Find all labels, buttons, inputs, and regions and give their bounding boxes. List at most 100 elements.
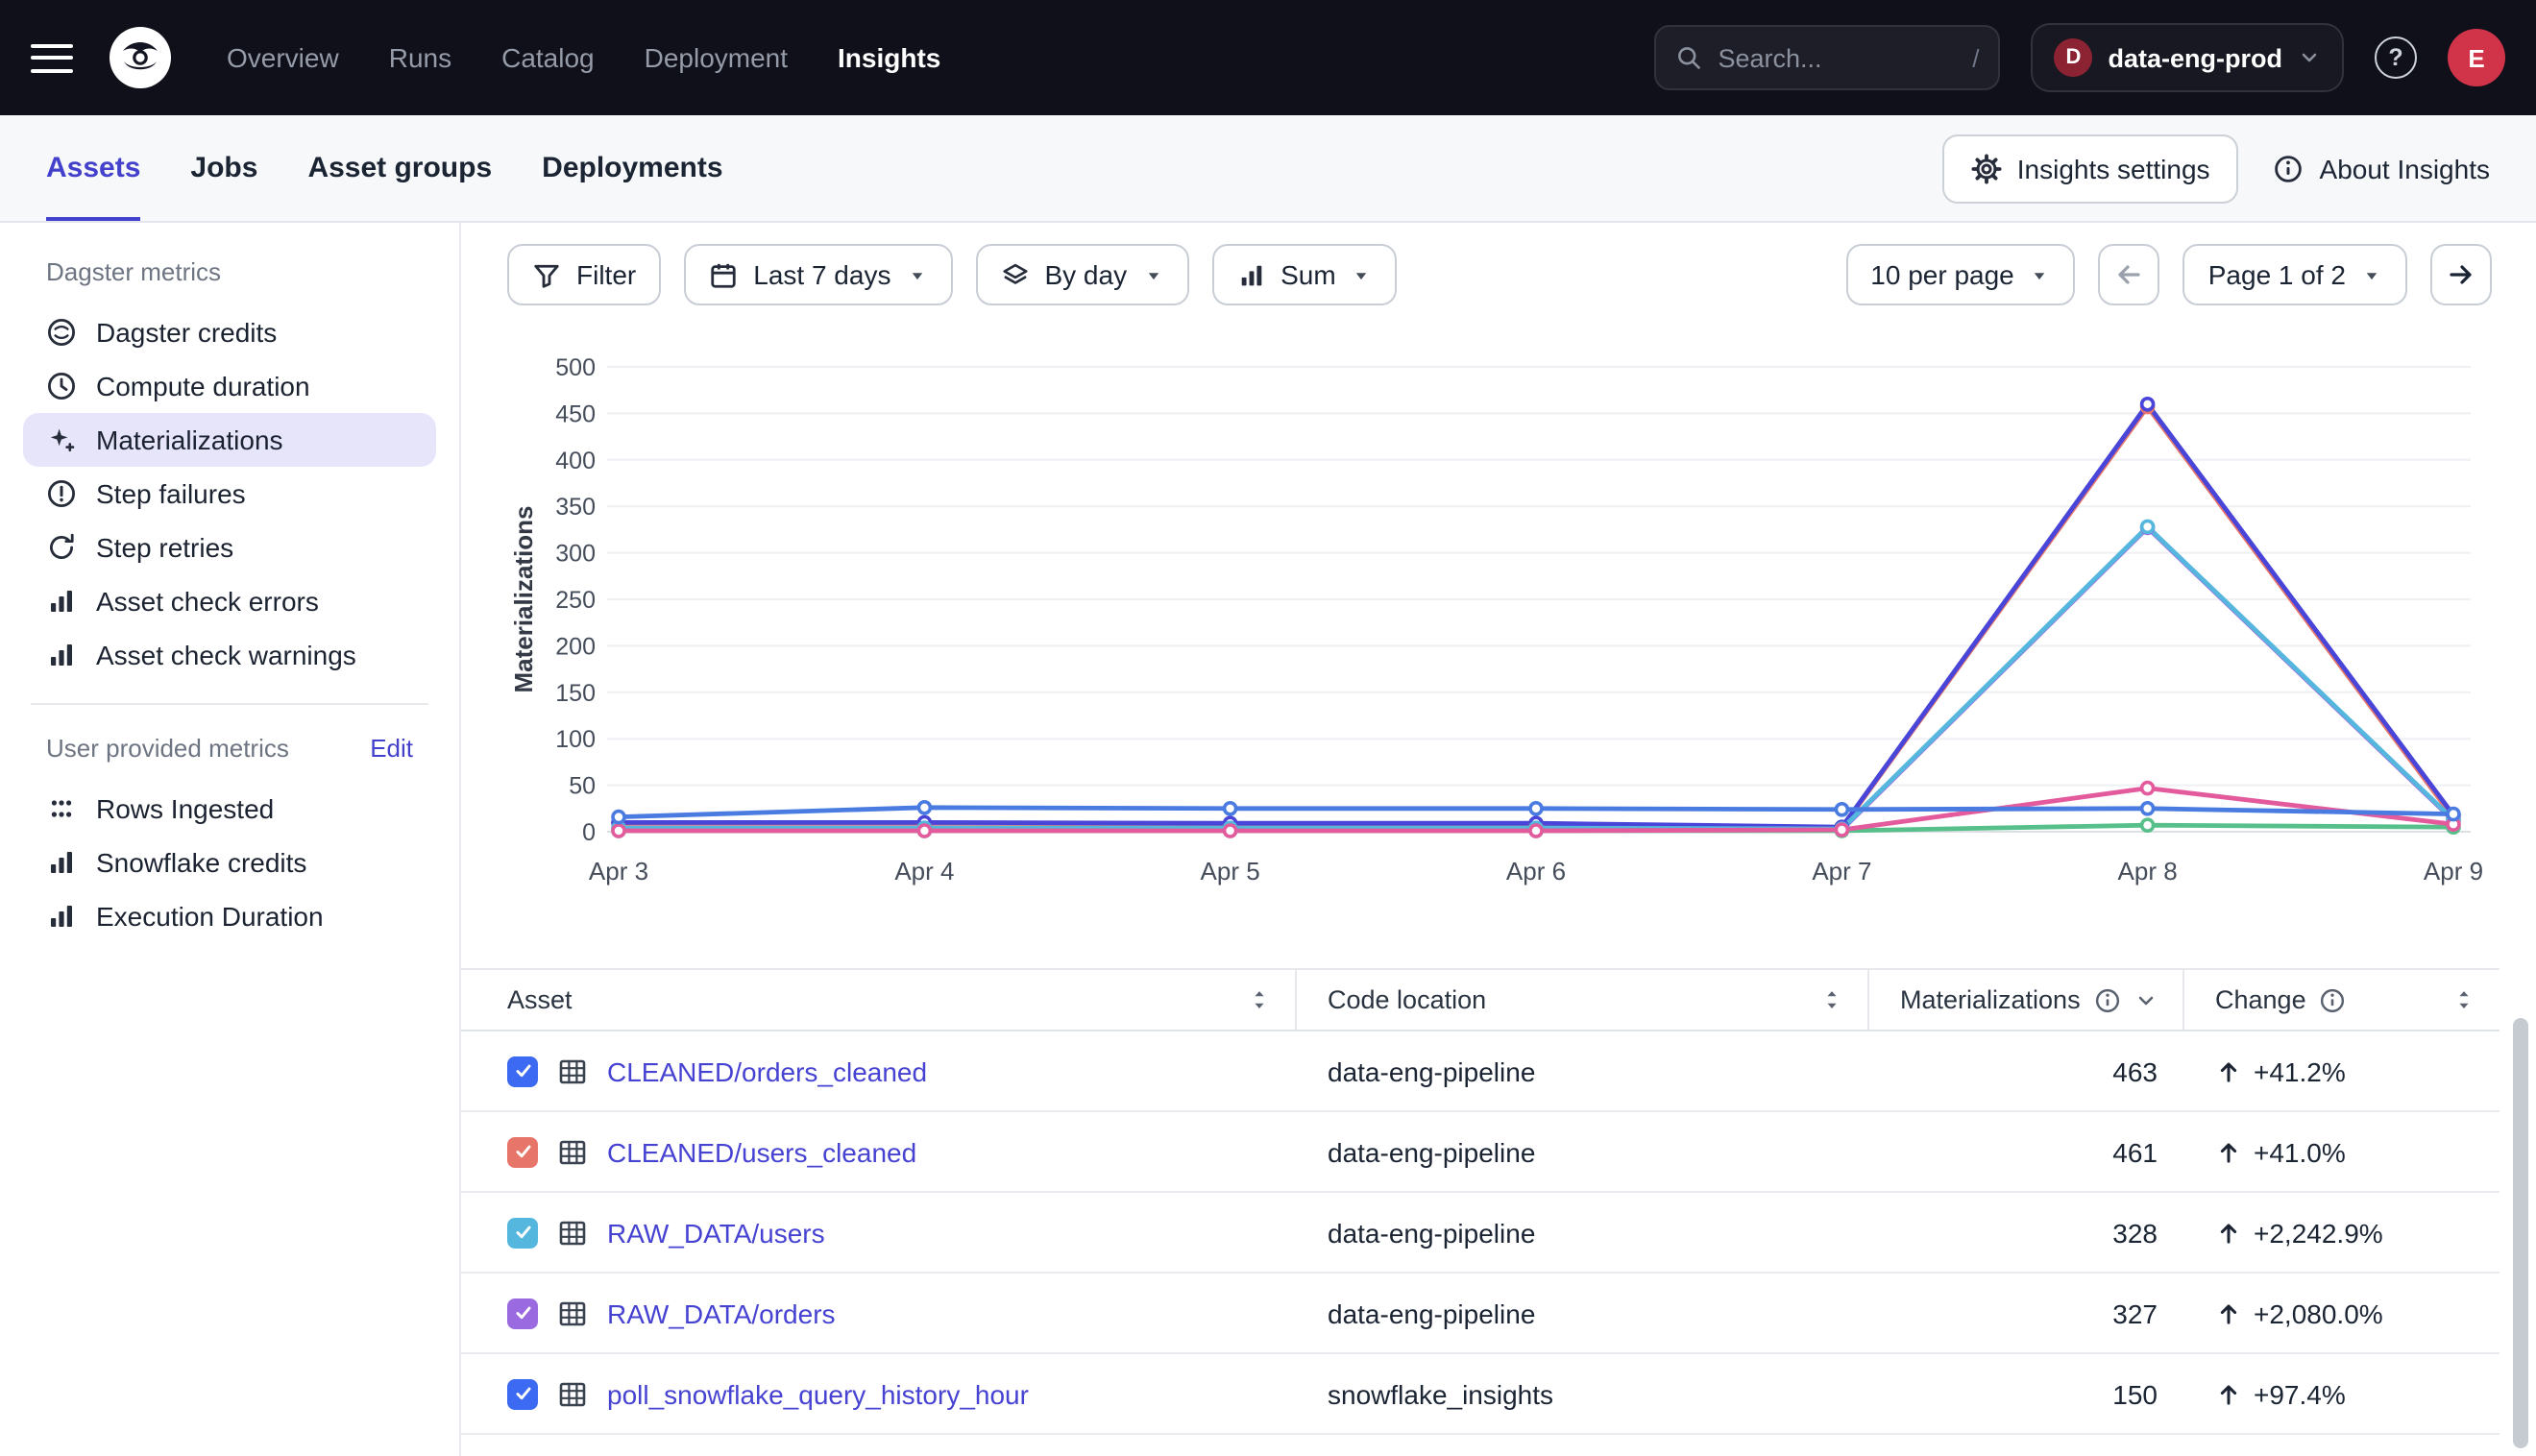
deployment-selector[interactable]: D data-eng-prod (2032, 23, 2345, 92)
asset-link[interactable]: RAW_DATA/orders (607, 1298, 836, 1328)
group-by-label: By day (1044, 259, 1127, 290)
info-icon[interactable] (2320, 986, 2347, 1013)
tab-asset-groups[interactable]: Asset groups (307, 115, 492, 221)
sort-updown-icon[interactable] (1247, 987, 1272, 1012)
svg-text:Apr 6: Apr 6 (1506, 857, 1566, 886)
step-failures-icon (46, 478, 77, 509)
next-page-button[interactable] (2430, 244, 2492, 305)
row-checkbox[interactable] (507, 1298, 538, 1328)
filter-label: Filter (576, 259, 636, 290)
svg-text:500: 500 (555, 354, 596, 381)
asset-link[interactable]: RAW_DATA/users (607, 1217, 825, 1248)
column-header-asset[interactable]: Asset (461, 970, 1297, 1030)
sidebar-item-step-failures[interactable]: Step failures (23, 467, 436, 521)
table-row: RAW_DATA/usersdata-eng-pipeline328+2,242… (461, 1193, 2499, 1274)
search-input[interactable]: Search... / (1655, 25, 2001, 90)
code-location-cell: data-eng-pipeline (1297, 1056, 1869, 1086)
row-checkbox[interactable] (507, 1217, 538, 1248)
page-selector[interactable]: Page 1 of 2 (2183, 244, 2407, 305)
toolbar-left-group: Filter Last 7 days By day Sum (507, 244, 1398, 305)
menu-icon[interactable] (31, 36, 73, 80)
trend-up-icon (2215, 1138, 2242, 1165)
sidebar-item-asset-check-warnings[interactable]: Asset check warnings (23, 628, 436, 682)
info-icon[interactable] (2094, 986, 2121, 1013)
nav-item-deployment[interactable]: Deployment (645, 42, 788, 73)
code-location-cell: data-eng-pipeline (1297, 1136, 1869, 1167)
row-checkbox[interactable] (507, 1056, 538, 1086)
sort-updown-icon[interactable] (2451, 987, 2476, 1012)
help-icon[interactable]: ? (2375, 36, 2417, 79)
change-cell: +41.0% (2184, 1136, 2499, 1167)
nav-item-insights[interactable]: Insights (838, 42, 940, 73)
asset-check-errors-icon (46, 586, 77, 617)
sidebar-item-rows-ingested[interactable]: Rows Ingested (23, 782, 436, 836)
chevron-down-icon[interactable] (2134, 988, 2158, 1011)
filter-button[interactable]: Filter (507, 244, 661, 305)
aggregation-button[interactable]: Sum (1211, 244, 1398, 305)
nav-item-catalog[interactable]: Catalog (501, 42, 595, 73)
svg-text:Apr 3: Apr 3 (589, 857, 648, 886)
change-value: +41.2% (2254, 1056, 2346, 1086)
asset-table-icon (557, 1378, 588, 1409)
tab-deployments[interactable]: Deployments (542, 115, 722, 221)
compute-duration-icon (46, 371, 77, 401)
caret-down-icon (2361, 264, 2382, 285)
asset-link[interactable]: poll_snowflake_query_history_hour (607, 1378, 1029, 1409)
prev-page-button[interactable] (2099, 244, 2160, 305)
nav-item-runs[interactable]: Runs (389, 42, 451, 73)
sidebar-item-asset-check-errors[interactable]: Asset check errors (23, 574, 436, 628)
sidebar-item-execution-duration[interactable]: Execution Duration (23, 889, 436, 943)
svg-text:Apr 8: Apr 8 (2118, 857, 2178, 886)
calendar-icon (709, 260, 738, 289)
sidebar-item-materializations[interactable]: Materializations (23, 413, 436, 467)
column-header-materializations[interactable]: Materializations (1869, 970, 2184, 1030)
svg-text:300: 300 (555, 541, 596, 568)
row-checkbox[interactable] (507, 1378, 538, 1409)
dagster-credits-icon (46, 317, 77, 348)
date-range-button[interactable]: Last 7 days (684, 244, 952, 305)
trend-up-icon (2215, 1380, 2242, 1407)
snowflake-credits-icon (46, 847, 77, 878)
svg-text:150: 150 (555, 680, 596, 707)
avatar[interactable]: E (2448, 29, 2505, 86)
dagster-metrics-list: Dagster creditsCompute durationMateriali… (23, 305, 436, 682)
toolbar-right-group: 10 per page Page 1 of 2 (1845, 244, 2492, 305)
change-cell: +2,080.0% (2184, 1298, 2499, 1328)
table-row: RAW_DATA/ordersdata-eng-pipeline327+2,08… (461, 1274, 2499, 1354)
sort-updown-icon[interactable] (1819, 987, 1844, 1012)
info-icon (2274, 153, 2304, 183)
svg-text:200: 200 (555, 633, 596, 660)
edit-link[interactable]: Edit (370, 734, 413, 763)
top-nav-right: Search... / D data-eng-prod ? E (1655, 23, 2506, 92)
sidebar-item-compute-duration[interactable]: Compute duration (23, 359, 436, 413)
tab-assets[interactable]: Assets (46, 115, 140, 221)
sidebar-item-dagster-credits[interactable]: Dagster credits (23, 305, 436, 359)
code-location-cell: data-eng-pipeline (1297, 1217, 1869, 1248)
asset-link[interactable]: CLEANED/orders_cleaned (607, 1056, 927, 1086)
insights-settings-button[interactable]: Insights settings (1942, 133, 2239, 203)
table-row: CLEANED/orders_cleaneddata-eng-pipeline4… (461, 1031, 2499, 1112)
chevron-down-icon (2298, 46, 2321, 69)
vertical-scrollbar[interactable] (2513, 1018, 2528, 1448)
column-header-code-location[interactable]: Code location (1297, 970, 1869, 1030)
nav-item-overview[interactable]: Overview (227, 42, 339, 73)
change-cell: +41.2% (2184, 1056, 2499, 1086)
group-by-button[interactable]: By day (975, 244, 1188, 305)
sidebar-item-step-retries[interactable]: Step retries (23, 521, 436, 574)
dagster-logo[interactable] (108, 25, 173, 90)
table-row-partial (461, 1435, 2499, 1456)
column-header-change[interactable]: Change (2184, 970, 2499, 1030)
tab-jobs[interactable]: Jobs (190, 115, 257, 221)
table-header: Asset Code location Materializations (461, 970, 2499, 1031)
sidebar-item-snowflake-credits[interactable]: Snowflake credits (23, 836, 436, 889)
asset-table-icon (557, 1136, 588, 1167)
about-insights-link[interactable]: About Insights (2274, 153, 2490, 183)
filter-icon (532, 260, 561, 289)
table-row: poll_snowflake_query_history_hour snowfla… (461, 1354, 2499, 1435)
asset-table-icon (557, 1298, 588, 1328)
per-page-selector[interactable]: 10 per page (1845, 244, 2075, 305)
asset-link[interactable]: CLEANED/users_cleaned (607, 1136, 916, 1167)
svg-text:400: 400 (555, 448, 596, 474)
code-location-cell: snowflake_insights (1297, 1378, 1869, 1409)
row-checkbox[interactable] (507, 1136, 538, 1167)
